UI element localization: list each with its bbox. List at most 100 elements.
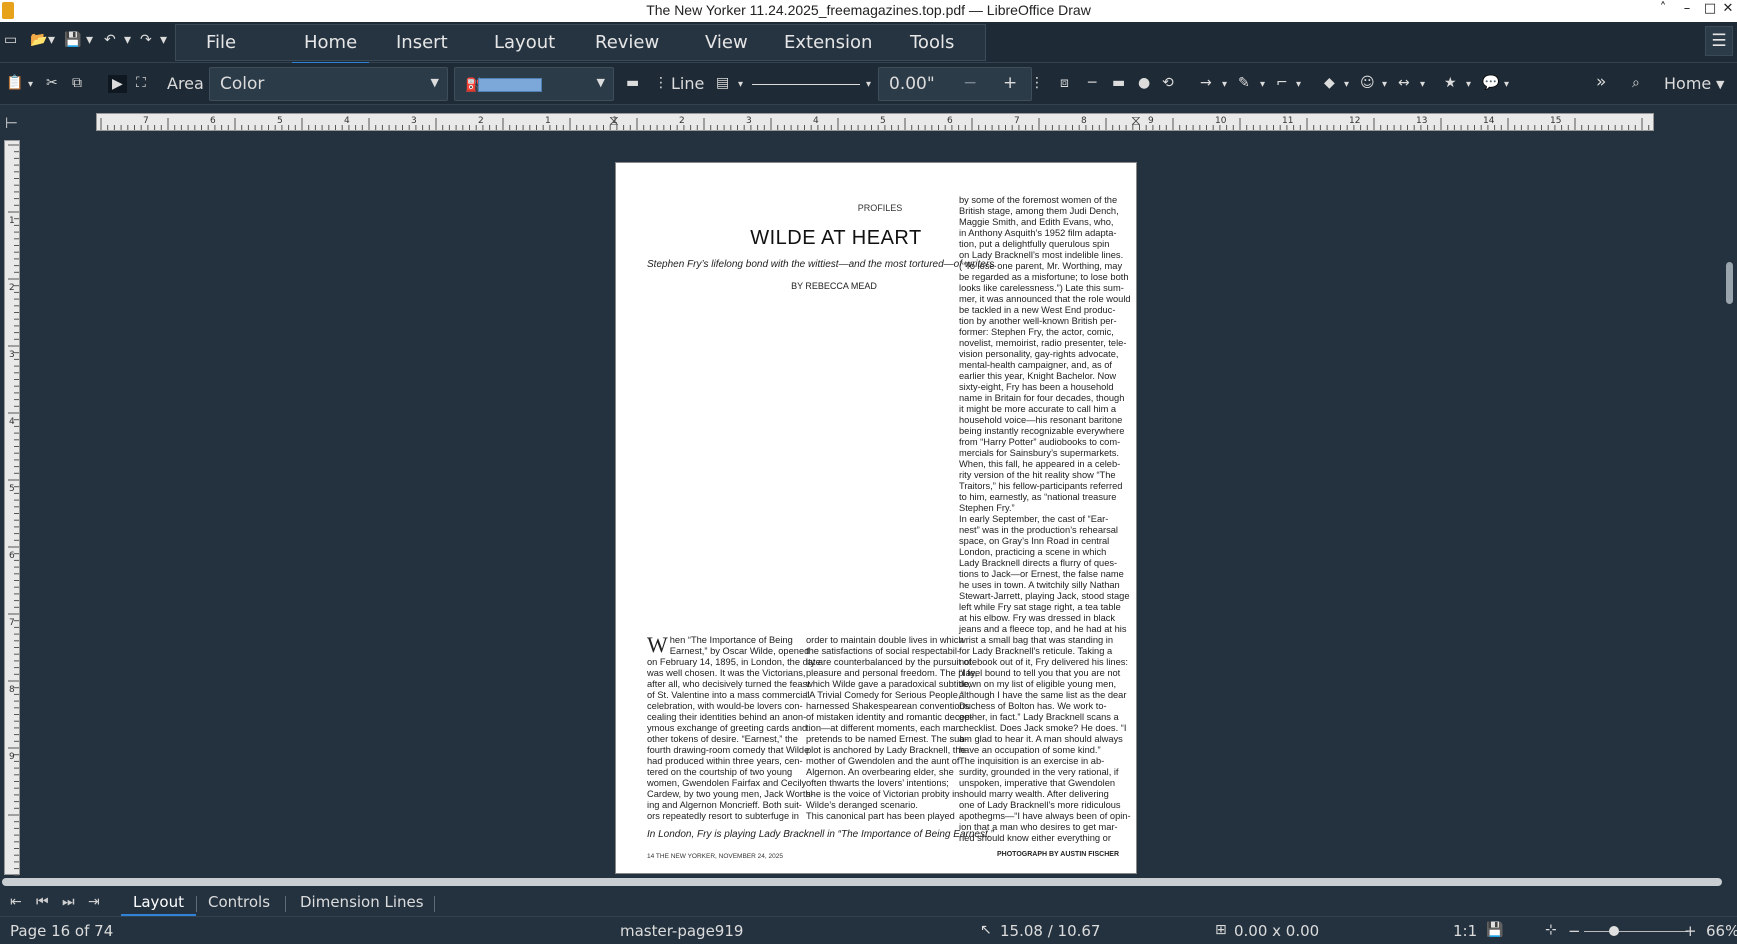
new-document-icon[interactable]: ▭ [4,32,17,54]
copy-icon[interactable]: ⧉ [72,75,82,91]
decrease-button[interactable]: − [963,73,977,93]
chevron-down-icon[interactable]: ▾ [28,79,33,90]
text-line: “I feel bound to tell you that you are n… [959,668,1121,678]
undo-icon[interactable]: ↶ [104,32,116,54]
stars-icon[interactable]: ★ [1444,75,1457,91]
ruler-corner-icon[interactable]: ⊢ [5,114,18,132]
horizontal-ruler[interactable]: 7 6 5 4 3 2 1 1 2 3 4 5 6 7 8 9 10 11 12 13 14 15 ⧖ ⧖ [96,113,1654,131]
fit-page-icon[interactable]: ⊹ [1545,922,1557,938]
minimize-button[interactable]: – [1677,1,1697,21]
text-column-3[interactable]: by some of the foremost women of the Brit… [959,195,1136,844]
previous-layer-icon[interactable]: ⏮ [36,894,49,910]
select-tool-icon[interactable]: ▶ [108,75,127,93]
redo-icon[interactable]: ↷ [140,32,152,54]
right-margin-marker[interactable]: ⧖ [1131,113,1141,129]
hamburger-menu-icon[interactable]: ☰ [1705,26,1733,56]
text-column-2[interactable]: order to maintain double lives in which t… [806,635,977,822]
tab-view[interactable]: View [705,32,748,53]
chevron-down-icon[interactable]: ▼ [1716,78,1724,91]
line-icon[interactable]: ─ [1088,75,1096,91]
layer-tab-layout[interactable]: Layout [121,893,196,917]
freeform-icon[interactable]: ✎ [1238,75,1250,91]
first-layer-icon[interactable]: ⇤ [10,894,22,910]
symbol-shapes-icon[interactable]: ☺ [1360,75,1375,91]
block-arrows-icon[interactable]: ↔ [1398,75,1410,91]
home-dropdown-label[interactable]: Home [1664,74,1711,93]
callouts-icon[interactable]: 💬 [1482,75,1499,91]
zoom-out-button[interactable]: − [1568,922,1581,940]
connector-icon[interactable]: ⌐ [1276,75,1288,91]
text-line: former: Stephen Fry, the actor, comic, [959,327,1114,337]
text-line: gether, in fact.” Lady Bracknell scans a [959,712,1119,722]
ellipse-icon[interactable]: ● [1138,75,1150,91]
tab-home[interactable]: Home [291,32,370,65]
page-indicator[interactable]: Page 16 of 74 [10,922,113,940]
chevron-down-icon[interactable]: ▾ [1296,79,1301,90]
zoom-in-button[interactable]: + [1684,922,1697,940]
zoom-level[interactable]: 66% [1706,922,1737,940]
paste-icon[interactable]: 📋 [6,75,23,91]
text-column-1[interactable]: W hen “The Importance of Being Earnest,” … [647,634,821,822]
save-icon[interactable]: 💾 [64,32,81,54]
chevron-down-icon[interactable]: ▾ [1504,79,1509,90]
shadow-icon[interactable]: ▬ [626,75,639,91]
document-page[interactable]: PROFILES WILDE AT HEART Stephen Fry’s li… [615,162,1137,874]
layer-tab-dimension-lines[interactable]: Dimension Lines [300,893,424,911]
basic-shapes-icon[interactable]: ◆ [1324,75,1335,91]
layer-tab-controls[interactable]: Controls [208,893,270,911]
increase-button[interactable]: + [1003,73,1017,93]
cut-icon[interactable]: ✂ [46,75,58,91]
area-fill-dropdown[interactable]: Color ▼ [209,67,448,101]
chevron-down-icon[interactable]: ▾ [48,32,55,54]
chevron-down-icon[interactable]: ▾ [124,32,131,54]
horizontal-scrollbar[interactable] [2,878,1722,886]
tab-review[interactable]: Review [595,32,659,53]
chevron-down-icon[interactable]: ▾ [1382,79,1387,90]
ruler-label: 5 [277,116,283,126]
rectangle-icon[interactable]: ▬ [1112,75,1125,91]
chevron-down-icon[interactable]: ▾ [1260,79,1265,90]
line-style-icon[interactable]: ▤ [716,75,729,91]
chevron-down-icon[interactable]: ▾ [1344,79,1349,90]
open-icon[interactable]: 📂 [30,32,47,54]
photo-caption: In London, Fry is playing Lady Bracknell… [647,829,994,840]
chevron-down-icon[interactable]: ▾ [866,79,871,90]
maximize-up-icon[interactable]: ˄ [1653,1,1673,21]
tab-file[interactable]: File [206,32,236,53]
close-button[interactable]: ✕ [1718,1,1737,21]
master-page-name[interactable]: master-page919 [620,922,743,940]
title-bar: The New Yorker 11.24.2025_freemagazines.… [0,0,1737,22]
chevron-down-icon[interactable]: ▾ [1222,79,1227,90]
document-modified-icon[interactable]: 💾 [1486,922,1503,938]
chevron-down-icon[interactable]: ▾ [738,79,743,90]
last-layer-icon[interactable]: ⇥ [88,894,100,910]
text-line: looks like carelessness.”) Late this sum… [959,283,1124,293]
left-margin-marker[interactable]: ⧖ [609,113,619,129]
text-line: at his elbow. Fry was dressed in black [959,613,1116,623]
zoom-slider[interactable] [1584,931,1688,932]
lines-arrows-icon[interactable]: → [1200,75,1212,91]
points-icon[interactable]: ⛶ [136,75,146,91]
vertical-scrollbar-thumb[interactable] [1726,262,1733,304]
tab-extension[interactable]: Extension [784,32,872,53]
tab-insert[interactable]: Insert [396,32,448,53]
ruler-label: 5 [880,116,886,126]
zoom-slider-knob[interactable] [1609,926,1619,936]
line-style-preview[interactable] [752,84,860,85]
chevron-down-icon[interactable]: ▾ [160,32,167,54]
vertical-ruler[interactable]: 1 2 3 4 5 6 7 8 9 [4,140,20,876]
text-line: In early September, the cast of “Ear- [959,514,1109,524]
line-width-spinbox[interactable]: 0.00" − + [878,67,1032,101]
restore-button[interactable]: □ [1700,1,1720,21]
next-layer-icon[interactable]: ⏭ [62,894,75,910]
tab-tools[interactable]: Tools [910,32,954,53]
scale-indicator[interactable]: 1:1 [1453,922,1477,940]
overflow-chevron-icon[interactable]: » [1596,72,1606,92]
find-icon[interactable]: ⌕ [1632,75,1640,91]
curve-icon[interactable]: ⟲ [1162,75,1174,91]
tab-layout[interactable]: Layout [494,32,555,53]
chevron-down-icon[interactable]: ▾ [1420,79,1425,90]
transformations-icon[interactable]: ⧈ [1060,75,1069,91]
chevron-down-icon[interactable]: ▾ [86,32,93,54]
chevron-down-icon[interactable]: ▾ [1466,79,1471,90]
